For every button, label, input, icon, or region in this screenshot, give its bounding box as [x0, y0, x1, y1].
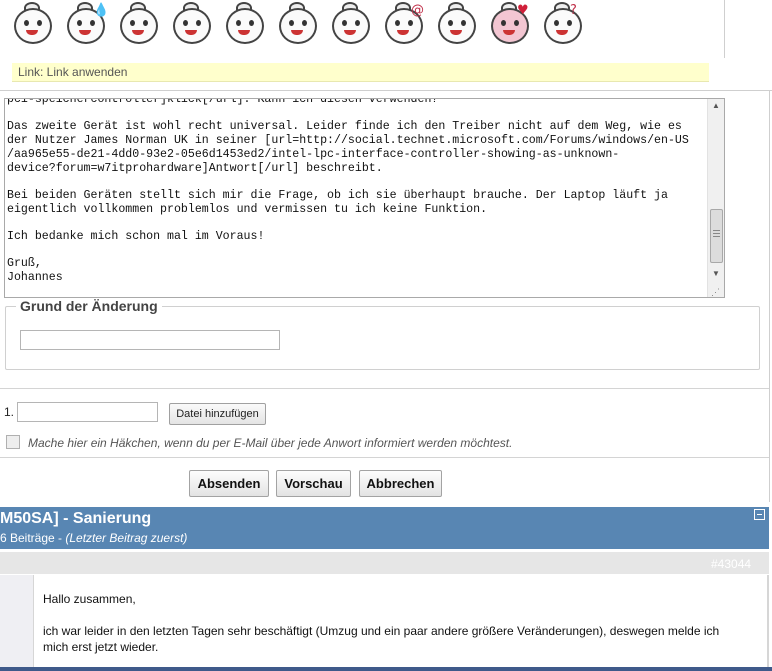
notify-checkbox[interactable] [6, 435, 20, 449]
topic-meta: 6 Beiträge - (Letzter Beitrag zuerst) [0, 531, 187, 545]
reason-legend: Grund der Änderung [16, 298, 162, 314]
divider [769, 90, 770, 502]
crying-smiley-icon[interactable] [222, 2, 268, 48]
divider [0, 457, 769, 458]
post-greeting: Hallo zusammen, [43, 592, 136, 606]
grip-icon [713, 230, 720, 239]
divider [0, 388, 769, 389]
worried-smiley-icon[interactable] [434, 2, 480, 48]
post-header-bar [0, 552, 769, 574]
topic-title[interactable]: M50SA] - Sanierung [0, 510, 151, 528]
scroll-up-icon[interactable]: ▲ [708, 99, 724, 113]
cancel-button[interactable]: Abbrechen [359, 470, 442, 497]
sort-order: (Letzter Beitrag zuerst) [65, 531, 188, 545]
scroll-down-icon[interactable]: ▼ [708, 267, 724, 281]
reason-input[interactable] [20, 330, 280, 350]
post-id[interactable]: #43044 [711, 557, 751, 571]
bandaged-smiley-icon[interactable] [116, 2, 162, 48]
add-file-button[interactable]: Datei hinzufügen [169, 403, 266, 425]
confused-smiley-icon[interactable]: ? [540, 2, 586, 48]
in-love-smiley-icon[interactable]: ♥ [487, 2, 533, 48]
sweating-smiley-icon[interactable]: 💧 [63, 2, 109, 48]
post-text: ich war leider in den letzten Tagen sehr… [43, 624, 720, 654]
preview-button[interactable]: Vorschau [276, 470, 351, 497]
submit-button[interactable]: Absenden [189, 470, 269, 497]
resize-grip-icon[interactable]: ⋰ [711, 287, 723, 297]
screaming-smiley-icon[interactable] [275, 2, 321, 48]
page-bottom-bar [0, 667, 772, 671]
post-body: Hallo zusammen, ich war leider in den le… [43, 591, 743, 671]
link-bar-text[interactable]: Link: Link anwenden [18, 65, 127, 79]
scrollbar-thumb[interactable] [710, 209, 723, 263]
shouting-smiley-icon[interactable] [169, 2, 215, 48]
attachment-number: 1. [4, 405, 15, 419]
post-author-column [0, 575, 34, 671]
editor-scrollbar[interactable]: ▲ ▼ [707, 99, 724, 297]
relaxed-smiley-icon[interactable] [10, 2, 56, 48]
message-editor[interactable]: pci-speichercontroller]klick[/url]. Kann… [4, 98, 725, 298]
attachment-file-input[interactable] [17, 402, 158, 422]
message-editor-content[interactable]: pci-speichercontroller]klick[/url]. Kann… [7, 99, 703, 285]
collapse-icon[interactable] [754, 509, 765, 520]
smiley-toolbar: 💧 @ ♥? [0, 0, 725, 58]
dizzy-smiley-icon[interactable]: @ [381, 2, 427, 48]
notify-label: Mache hier ein Häkchen, wenn du per E-Ma… [28, 436, 513, 450]
divider [0, 90, 772, 91]
post-count: 6 Beiträge - [0, 531, 66, 545]
divider [767, 575, 769, 671]
blushing-smiley-icon[interactable] [328, 2, 374, 48]
